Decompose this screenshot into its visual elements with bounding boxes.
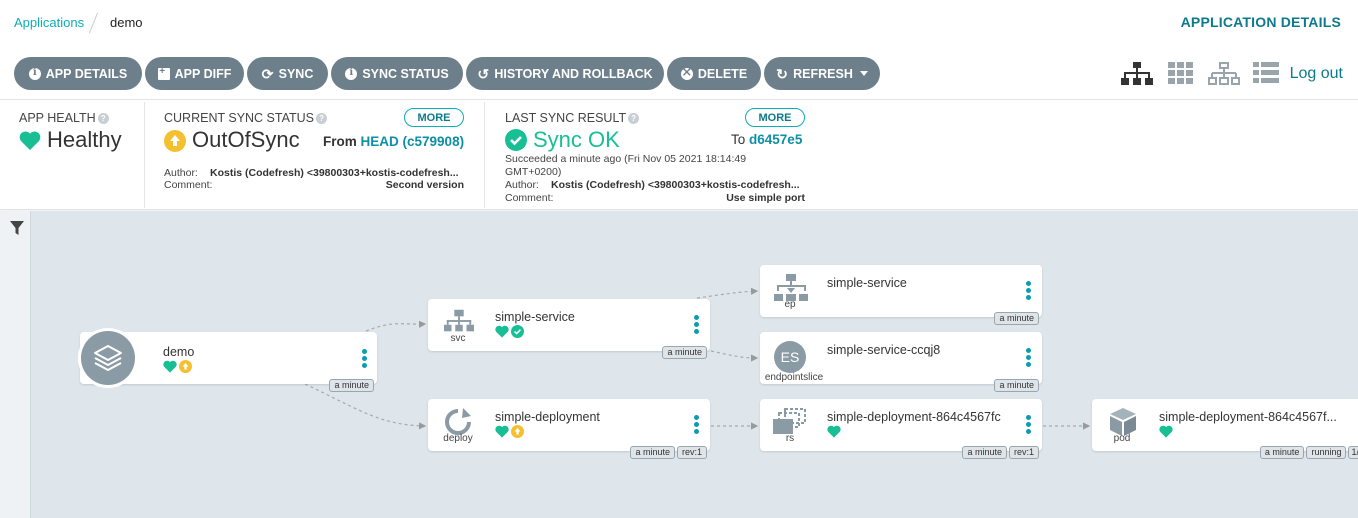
edge-svc-ep [696,287,759,299]
node-kind: endpointslice [764,372,824,383]
application-icon [78,328,138,388]
node-menu-icon[interactable] [694,415,699,436]
node-menu-icon[interactable] [362,349,367,370]
age-tag: a minute [994,312,1039,325]
age-tag: a minute [329,379,374,392]
revision-tag: rev:1 [1008,446,1039,459]
node-name: simple-deployment-864c4567f... [1159,410,1337,424]
node-name: simple-deployment-864c4567fc [827,410,1001,424]
endpoints-icon [774,274,808,301]
age-tag: a minute [662,346,707,359]
node-status [163,360,192,373]
age-tag: a minute [962,446,1007,459]
arrow-up-circle-icon [179,360,192,373]
node-kind: pod [1113,433,1131,444]
node-name: simple-deployment [495,410,600,424]
age-tag: a minute [630,446,675,459]
node-menu-icon[interactable] [1026,415,1031,436]
heart-icon [495,325,509,338]
node-name: demo [163,345,195,359]
age-tag: a minute [994,379,1039,392]
node-tags: a minute running 1/ [1259,446,1358,459]
heart-icon [1159,425,1173,438]
node-tags: a minute [994,312,1039,325]
arrow-up-circle-icon [511,425,524,438]
resource-node-ep[interactable]: ep simple-service a minute [760,265,1042,325]
node-name: simple-service-ccqj8 [827,343,941,357]
node-tags: a minute [662,346,707,359]
resource-node-deploy[interactable]: deploy simple-deployment a minute rev:1 [428,399,710,459]
ready-tag: 1/ [1348,446,1358,459]
node-menu-icon[interactable] [1026,348,1031,369]
heart-icon [163,360,177,373]
service-icon [444,309,474,332]
node-status [1159,425,1173,438]
heart-icon [827,425,841,438]
check-circle-icon [511,325,524,338]
node-status [495,425,524,438]
node-menu-icon[interactable] [694,315,699,336]
node-status [495,325,524,338]
node-name: simple-service [495,310,575,324]
endpointslice-icon: ES [774,341,806,373]
revision-tag: rev:1 [676,446,707,459]
node-menu-icon[interactable] [1026,281,1031,302]
resource-node-endpointslice[interactable]: ES endpointslice simple-service-ccqj8 a … [760,332,1042,392]
resource-node-rs[interactable]: rs simple-deployment-864c4567fc a minute… [760,399,1042,459]
node-kind: deploy [443,433,473,444]
node-tags: a minute rev:1 [630,446,707,459]
edge-app-svc [365,320,427,332]
age-tag: a minute [1259,446,1305,459]
edge-svc-eps [710,350,759,362]
node-kind: svc [450,333,466,344]
node-kind: rs [785,433,795,444]
node-kind: ep [784,299,796,310]
resource-node-pod[interactable]: pod simple-deployment-864c4567f... a min… [1092,399,1358,459]
status-tag: running [1306,446,1347,459]
node-name: simple-service [827,276,907,290]
node-tags: a minute [994,379,1039,392]
resource-node-svc[interactable]: svc simple-service a minute [428,299,710,359]
replicaset-icon [773,408,806,434]
heart-icon [495,425,509,438]
deployment-icon [445,408,471,435]
node-tags: a minute [329,379,374,392]
node-status [827,425,841,438]
node-tags: a minute rev:1 [962,446,1039,459]
